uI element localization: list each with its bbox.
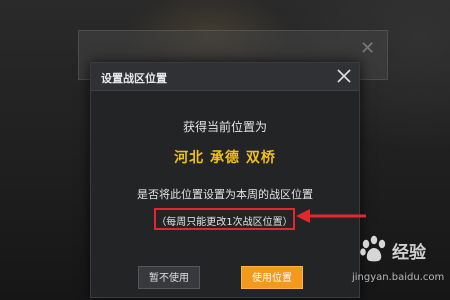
dialog-title: 设置战区位置 bbox=[101, 72, 167, 85]
use-location-button[interactable]: 使用位置 bbox=[241, 266, 303, 289]
watermark-url: jingyan.baidu.com bbox=[352, 272, 445, 283]
confirm-question: 是否将此位置设置为本周的战区位置 bbox=[137, 188, 313, 201]
watermark-text: 经验 bbox=[392, 243, 426, 263]
background-close-icon: ✕ bbox=[360, 38, 376, 59]
baidu-paw-icon bbox=[360, 235, 386, 262]
current-location-label: 获得当前位置为 bbox=[182, 120, 267, 134]
weekly-limit-note: （每周只能更改1次战区位置） bbox=[156, 217, 293, 228]
close-icon[interactable] bbox=[333, 65, 355, 87]
dialog-header: 设置战区位置 bbox=[91, 63, 359, 91]
set-battle-zone-dialog: 设置战区位置 获得当前位置为 河北 承德 双桥 是否将此位置设置为本周的战区位置… bbox=[90, 62, 360, 298]
cancel-button[interactable]: 暂不使用 bbox=[138, 266, 200, 289]
location-value: 河北 承德 双桥 bbox=[174, 150, 276, 166]
note-highlight-box: （每周只能更改1次战区位置） bbox=[154, 208, 295, 230]
baidu-watermark: 经验 jingyan.baidu.com bbox=[348, 228, 448, 298]
annotation-arrow-icon bbox=[296, 209, 366, 223]
